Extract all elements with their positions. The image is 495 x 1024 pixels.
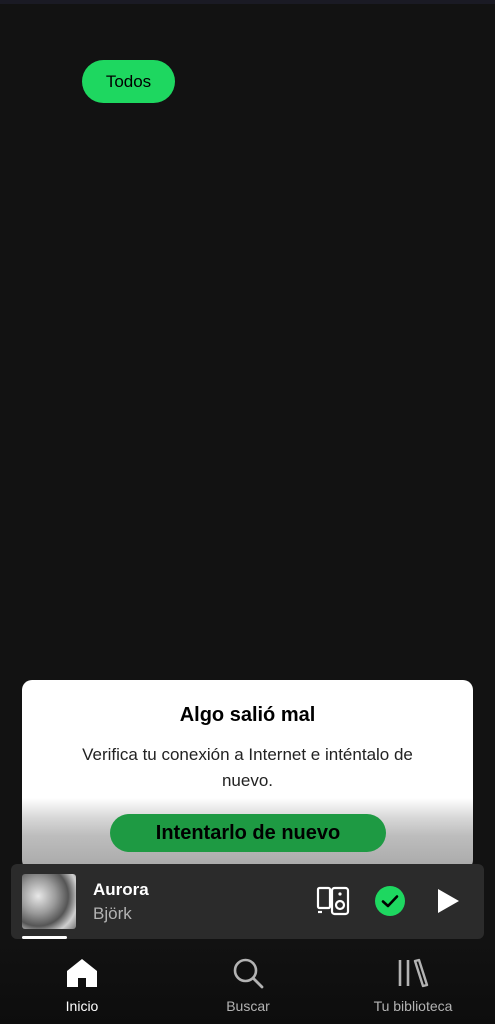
saved-to-library-button[interactable] [373, 884, 407, 918]
nav-label-home: Inicio [65, 998, 99, 1014]
status-bar-strip [0, 0, 495, 4]
library-icon [398, 958, 429, 988]
track-artist: Björk [93, 904, 132, 923]
error-title: Algo salió mal [179, 704, 316, 726]
error-card: Algo salió mal Verifica tu conexión a In… [22, 680, 473, 870]
connect-devices-button[interactable] [316, 884, 352, 918]
nav-item-search[interactable]: Buscar [183, 956, 313, 1020]
nav-item-home[interactable]: Inicio [17, 956, 147, 1020]
devices-speaker-icon [316, 886, 350, 916]
search-icon [233, 958, 264, 989]
nav-item-library[interactable]: Tu biblioteca [348, 956, 478, 1020]
retry-button[interactable]: Intentarlo de nuevo [110, 814, 386, 852]
retry-button-label: Intentarlo de nuevo [155, 821, 341, 844]
nav-label-library: Tu biblioteca [373, 998, 453, 1014]
check-circle-icon [375, 886, 405, 916]
error-message: Verifica tu conexión a Internet e intént… [82, 745, 413, 790]
album-art [22, 874, 76, 929]
filter-chip-label: Todos [105, 71, 152, 91]
track-title: Aurora [93, 880, 149, 899]
bottom-nav: Inicio Buscar Tu biblioteca [0, 940, 495, 1024]
play-icon [438, 889, 459, 913]
play-button[interactable] [431, 884, 465, 918]
filter-chip-all[interactable]: Todos [82, 60, 175, 103]
playback-progress-bar [22, 936, 67, 939]
nav-label-search: Buscar [226, 998, 270, 1014]
home-icon [67, 959, 97, 987]
mini-player[interactable]: Aurora Björk [11, 864, 484, 939]
